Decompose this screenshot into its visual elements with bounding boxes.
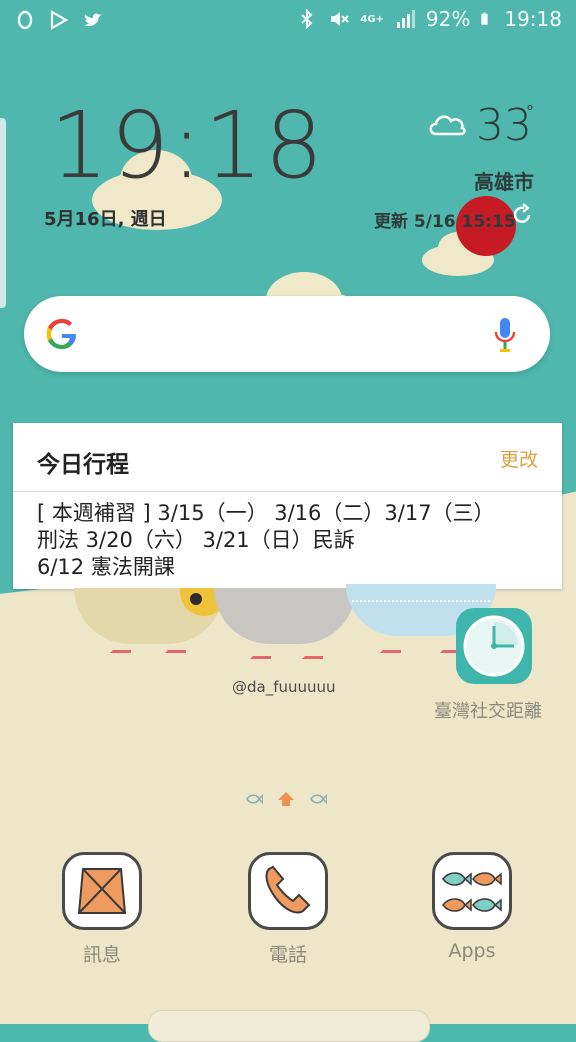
bird-leg	[302, 642, 323, 659]
navigation-bar-handle[interactable]	[148, 1010, 430, 1042]
google-logo-icon[interactable]	[42, 314, 82, 354]
bird-leg	[110, 636, 131, 653]
phone-app-icon[interactable]	[248, 852, 328, 930]
fish-page-icon[interactable]	[245, 794, 263, 804]
clock-icon	[463, 615, 525, 677]
status-time: 19:18	[504, 7, 562, 31]
phone-icon	[265, 865, 311, 914]
wallpaper-pattern	[352, 592, 490, 602]
schedule-body[interactable]: [ 本週補習 ] 3/15（一） 3/16（二）3/17（三） 刑法 3/20（…	[13, 492, 562, 581]
apps-drawer-icon[interactable]	[432, 852, 512, 930]
signal-icon	[396, 10, 415, 28]
bluetooth-icon	[301, 8, 313, 30]
wallpaper-bird-eye	[190, 593, 202, 605]
weather-updated-time: 更新 5/16 15:15	[374, 212, 516, 232]
messages-app-label[interactable]: 訊息	[42, 940, 162, 967]
clock-date[interactable]: 5月16日, 週日	[44, 205, 167, 231]
schedule-line: [ 本週補習 ] 3/15（一） 3/16（二）3/17（三）	[37, 501, 495, 525]
schedule-header: 今日行程 更改	[13, 423, 562, 492]
microphone-icon[interactable]	[490, 316, 520, 354]
status-bar: 4G+ 92% 19:18	[0, 0, 576, 40]
mute-icon	[331, 12, 350, 26]
schedule-line: 刑法 3/20（六） 3/21（日）民訴	[37, 528, 355, 552]
battery-icon	[481, 12, 488, 25]
messages-app-icon[interactable]	[62, 852, 142, 930]
degree-symbol: °	[526, 102, 534, 121]
schedule-widget[interactable]: 今日行程 更改 [ 本週補習 ] 3/15（一） 3/16（二）3/17（三） …	[13, 423, 562, 589]
weather-city[interactable]: 高雄市	[474, 166, 534, 195]
fish-page-icon[interactable]	[309, 794, 327, 804]
schedule-edit-button[interactable]: 更改	[500, 445, 538, 472]
bird-leg	[165, 636, 186, 653]
fish-grid-icon	[442, 872, 502, 912]
schedule-line: 6/12 憲法開課	[37, 555, 175, 579]
phone-app-label[interactable]: 電話	[228, 940, 348, 967]
system-icons: 4G+ 92% 19:18	[296, 7, 562, 31]
envelope-icon	[77, 868, 127, 914]
social-distance-app-label[interactable]: 臺灣社交距離	[434, 697, 542, 723]
page-indicator[interactable]	[245, 790, 331, 808]
schedule-title: 今日行程	[37, 452, 129, 478]
cloud-weather-icon[interactable]	[426, 108, 468, 138]
notification-icons	[14, 9, 104, 31]
o-ring-icon	[17, 10, 33, 30]
home-page-icon[interactable]	[277, 791, 295, 807]
wallpaper-credit: @da_fuuuuuu	[232, 678, 336, 696]
twitter-icon	[84, 13, 102, 27]
social-distance-app-icon[interactable]	[456, 608, 532, 684]
bird-leg	[380, 636, 401, 653]
edge-panel-handle[interactable]	[0, 118, 6, 308]
clock-time[interactable]: 19:18	[50, 92, 325, 199]
battery-percent: 92%	[425, 7, 471, 31]
play-store-icon	[50, 10, 69, 30]
network-type: 4G+	[360, 13, 384, 25]
google-search-bar[interactable]	[24, 296, 550, 372]
apps-drawer-label[interactable]: Apps	[412, 940, 532, 962]
refresh-icon[interactable]	[510, 203, 534, 227]
weather-temperature[interactable]: 33	[476, 100, 532, 151]
bird-leg	[250, 642, 271, 659]
